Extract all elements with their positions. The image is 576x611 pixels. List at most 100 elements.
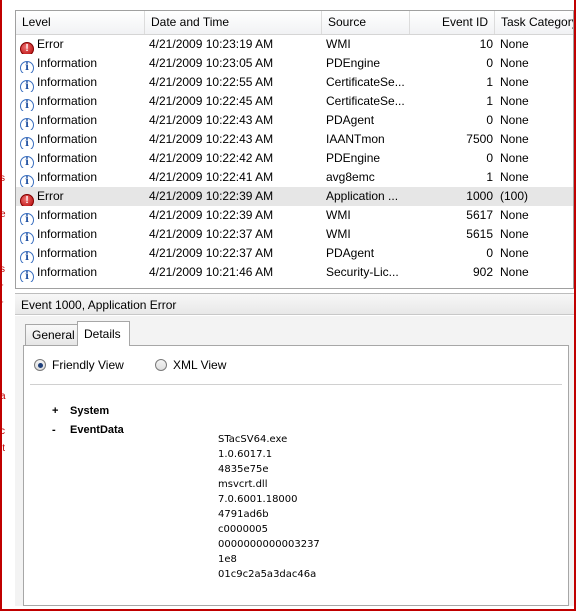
date-cell: 4/21/2009 10:22:39 AM — [149, 208, 274, 222]
source-cell: PDEngine — [326, 151, 381, 165]
date-cell: 4/21/2009 10:22:37 AM — [149, 246, 274, 260]
task-category-cell: None — [500, 227, 529, 241]
event-data-value: 1.0.6017.1 — [218, 449, 273, 460]
event-id-cell: 1 — [486, 94, 493, 108]
friendly-view-label: Friendly View — [52, 358, 124, 372]
level-text: Information — [37, 246, 98, 260]
event-id-cell: 5615 — [466, 227, 493, 241]
column-header-source[interactable]: Source — [322, 11, 410, 34]
friendly-view-radio[interactable]: Friendly View — [34, 358, 124, 372]
background-text-fragment: s — [0, 264, 5, 275]
level-text: Information — [37, 227, 98, 241]
details-panel: Friendly View XML View + System - EventDat… — [23, 345, 569, 606]
table-row[interactable]: i Information 4/21/2009 10:22:55 AM Certifi… — [16, 73, 573, 92]
level-cell: i Information — [20, 244, 144, 263]
column-header-date[interactable]: Date and Time — [145, 11, 322, 34]
level-cell: ! Error — [20, 35, 144, 54]
event-rows: ! Error 4/21/2009 10:23:19 AM WMI 10 None i Inf… — [16, 35, 573, 282]
task-category-cell: None — [500, 265, 529, 279]
date-cell: 4/21/2009 10:22:45 AM — [149, 94, 274, 108]
level-cell: i Information — [20, 206, 144, 225]
tab-general[interactable]: General — [25, 324, 78, 345]
task-category-cell: None — [500, 170, 529, 184]
source-cell: Application ... — [326, 189, 399, 203]
task-category-cell: None — [500, 208, 529, 222]
column-header-task-category[interactable]: Task Category — [495, 11, 573, 34]
event-data-tree: + System - EventData — [52, 402, 124, 440]
source-cell: PDAgent — [326, 246, 375, 260]
table-row[interactable]: ! Error 4/21/2009 10:22:39 AM Application .… — [16, 187, 573, 206]
level-text: Information — [37, 170, 98, 184]
event-list[interactable]: Level Date and Time Source Event ID Task… — [15, 10, 574, 289]
event-id-cell: 0 — [486, 246, 493, 260]
level-text: Information — [37, 94, 98, 108]
tab-details[interactable]: Details — [77, 321, 130, 346]
expand-icon[interactable]: + — [52, 402, 70, 421]
information-icon: i — [20, 175, 34, 187]
information-icon: i — [20, 137, 34, 149]
column-header-event-id[interactable]: Event ID — [410, 11, 495, 34]
date-cell: 4/21/2009 10:22:43 AM — [149, 132, 274, 146]
level-text: Information — [37, 75, 98, 89]
background-text-fragment: r — [0, 282, 4, 293]
tree-node-label: System — [70, 405, 110, 417]
level-cell: i Information — [20, 149, 144, 168]
source-cell: WMI — [326, 227, 351, 241]
background-text-fragment: r — [0, 299, 4, 310]
level-text: Information — [37, 113, 98, 127]
date-cell: 4/21/2009 10:22:43 AM — [149, 113, 274, 127]
level-cell: i Information — [20, 130, 144, 149]
event-data-values: STacSV64.exe 1.0.6017.1 4835e75e msvcrt.dll… — [218, 432, 320, 582]
source-cell: PDAgent — [326, 113, 375, 127]
level-text: Error — [37, 37, 64, 51]
source-cell: WMI — [326, 37, 351, 51]
information-icon: i — [20, 80, 34, 92]
level-text: Information — [37, 132, 98, 146]
table-row[interactable]: i Information 4/21/2009 10:22:42 AM PDEngin… — [16, 149, 573, 168]
tree-node-eventdata[interactable]: - EventData — [52, 421, 124, 440]
table-row[interactable]: i Information 4/21/2009 10:22:39 AM WMI 5617… — [16, 206, 573, 225]
date-cell: 4/21/2009 10:22:37 AM — [149, 227, 274, 241]
table-row[interactable]: i Information 4/21/2009 10:22:37 AM WMI 5615… — [16, 225, 573, 244]
date-cell: 4/21/2009 10:23:19 AM — [149, 37, 274, 51]
event-data-value: 0000000000003237 — [218, 539, 320, 550]
task-category-cell: None — [500, 113, 529, 127]
date-cell: 4/21/2009 10:22:41 AM — [149, 170, 274, 184]
table-row[interactable]: i Information 4/21/2009 10:21:46 AM Securit… — [16, 263, 573, 282]
event-data-value: 01c9c2a5a3dac46a — [218, 569, 317, 580]
source-cell: PDEngine — [326, 56, 381, 70]
date-cell: 4/21/2009 10:22:42 AM — [149, 151, 274, 165]
information-icon: i — [20, 156, 34, 168]
background-text-fragment: e — [0, 209, 6, 220]
xml-view-radio[interactable]: XML View — [155, 358, 226, 372]
table-row[interactable]: i Information 4/21/2009 10:22:43 AM PDAgent… — [16, 111, 573, 130]
tree-node-label: EventData — [70, 424, 124, 436]
source-cell: CertificateSe... — [326, 75, 405, 89]
level-cell: i Information — [20, 54, 144, 73]
table-row[interactable]: i Information 4/21/2009 10:22:41 AM avg8emc… — [16, 168, 573, 187]
collapse-icon[interactable]: - — [52, 421, 70, 440]
table-row[interactable]: i Information 4/21/2009 10:23:05 AM PDEngin… — [16, 54, 573, 73]
level-cell: i Information — [20, 263, 144, 282]
error-icon: ! — [20, 42, 34, 54]
column-header-level[interactable]: Level — [16, 11, 145, 34]
event-data-value: c0000005 — [218, 524, 269, 535]
event-id-cell: 1 — [486, 170, 493, 184]
level-text: Information — [37, 265, 98, 279]
error-icon: ! — [20, 194, 34, 206]
event-id-cell: 10 — [479, 37, 493, 51]
level-cell: i Information — [20, 225, 144, 244]
table-row[interactable]: i Information 4/21/2009 10:22:45 AM Certifi… — [16, 92, 573, 111]
event-id-cell: 0 — [486, 113, 493, 127]
event-id-cell: 1000 — [466, 189, 493, 203]
background-window-strip: s e s r r a c it — [0, 0, 11, 611]
task-category-cell: None — [500, 151, 529, 165]
event-id-cell: 0 — [486, 151, 493, 165]
task-category-cell: None — [500, 132, 529, 146]
table-row[interactable]: ! Error 4/21/2009 10:23:19 AM WMI 10 None — [16, 35, 573, 54]
background-text-fragment: s — [0, 173, 5, 184]
table-row[interactable]: i Information 4/21/2009 10:22:43 AM IAANTmo… — [16, 130, 573, 149]
level-text: Error — [37, 189, 64, 203]
tree-node-system[interactable]: + System — [52, 402, 124, 421]
table-row[interactable]: i Information 4/21/2009 10:22:37 AM PDAgent… — [16, 244, 573, 263]
